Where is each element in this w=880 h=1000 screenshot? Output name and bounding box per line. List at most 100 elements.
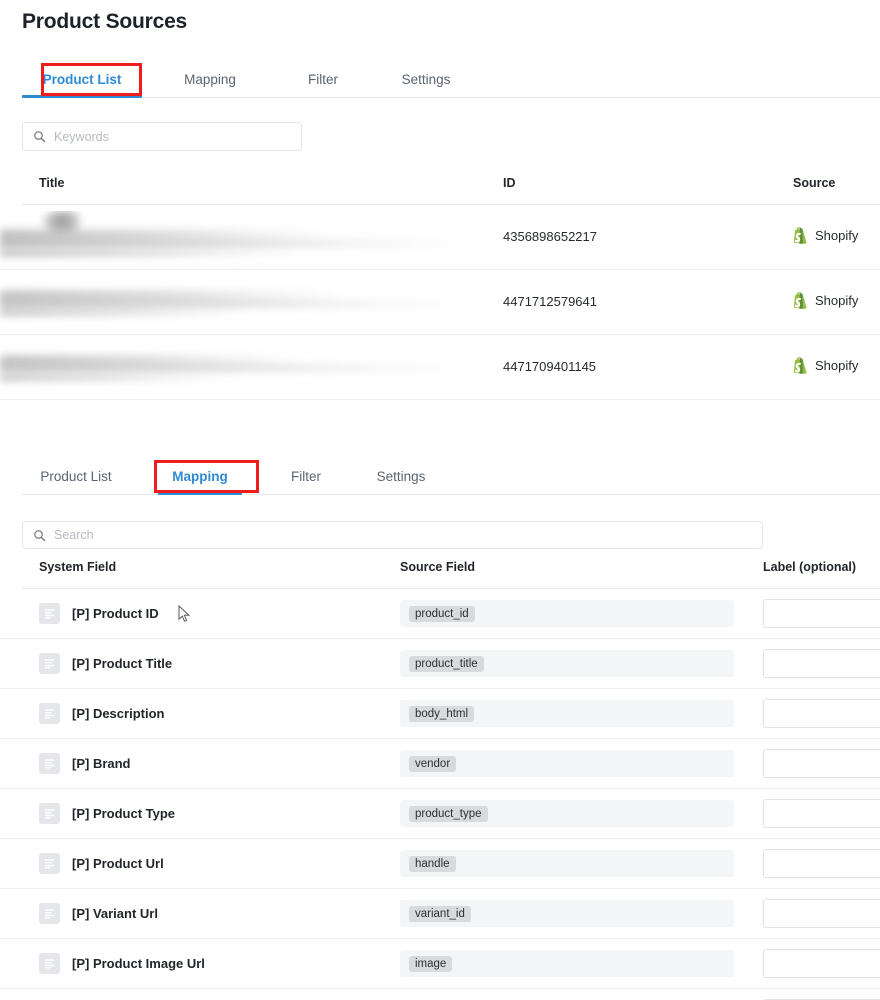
source-field-input[interactable]: body_html bbox=[400, 700, 734, 727]
cell-source: Shopify bbox=[793, 357, 858, 374]
tab-mapping[interactable]: Mapping bbox=[158, 469, 242, 495]
label-input[interactable] bbox=[763, 749, 880, 778]
source-field-input[interactable]: variant_id bbox=[400, 900, 734, 927]
source-field-input[interactable]: image bbox=[400, 950, 734, 977]
source-field-chip: variant_id bbox=[409, 905, 471, 922]
cell-id: 4356898652217 bbox=[503, 229, 597, 244]
table-row[interactable]: 4471709401145 Shopify bbox=[0, 335, 880, 400]
tab-label: Product List bbox=[40, 469, 112, 484]
text-lines-icon bbox=[39, 653, 60, 674]
source-field-input[interactable]: product_type bbox=[400, 800, 734, 827]
app-screen: Product Sources Product List Mapping Fil… bbox=[0, 0, 880, 1000]
system-field-label: [P] Product Image Url bbox=[72, 956, 205, 971]
shopify-icon bbox=[793, 357, 807, 374]
source-label: Shopify bbox=[815, 358, 859, 373]
text-lines-icon bbox=[39, 853, 60, 874]
source-field-chip: product_title bbox=[409, 655, 484, 672]
page-title: Product Sources bbox=[22, 10, 188, 33]
tab-label: Filter bbox=[308, 72, 338, 87]
column-header-id: ID bbox=[503, 176, 516, 190]
source-field-input[interactable]: product_title bbox=[400, 650, 734, 677]
search-placeholder: Search bbox=[54, 528, 94, 542]
tab-label: Filter bbox=[291, 469, 321, 484]
table-row[interactable]: 4356898652217 Shopify bbox=[0, 205, 880, 270]
mapping-row[interactable]: [P] Product Type product_type bbox=[0, 789, 880, 839]
redacted-product-title bbox=[0, 341, 470, 397]
source-field-chip: image bbox=[409, 955, 453, 972]
tab-product-list[interactable]: Product List bbox=[26, 469, 126, 494]
tab-filter[interactable]: Filter bbox=[288, 72, 358, 97]
cell-id: 4471709401145 bbox=[503, 359, 597, 374]
product-list-tabbar: Product List Mapping Filter Settings bbox=[22, 62, 880, 98]
system-field-label: [P] Product ID bbox=[72, 606, 159, 621]
text-lines-icon bbox=[39, 953, 60, 974]
label-input[interactable] bbox=[763, 699, 880, 728]
text-lines-icon bbox=[39, 753, 60, 774]
shopify-icon bbox=[793, 292, 807, 309]
source-field-input[interactable]: product_id bbox=[400, 600, 734, 627]
tab-settings[interactable]: Settings bbox=[364, 469, 438, 494]
label-input[interactable] bbox=[763, 799, 880, 828]
redacted-product-title bbox=[0, 211, 470, 267]
cell-source: Shopify bbox=[793, 227, 858, 244]
mapping-search-input[interactable]: Search bbox=[22, 521, 763, 549]
source-label: Shopify bbox=[815, 228, 859, 243]
mapping-row[interactable]: [P] Description body_html bbox=[0, 689, 880, 739]
source-field-input[interactable]: handle bbox=[400, 850, 734, 877]
column-header-label: Label (optional) bbox=[763, 560, 857, 574]
keywords-search-input[interactable]: Keywords bbox=[22, 122, 302, 151]
shopify-icon bbox=[793, 227, 807, 244]
source-field-chip: handle bbox=[409, 855, 456, 872]
tab-filter[interactable]: Filter bbox=[278, 469, 334, 494]
mapping-table-header: System Field Source Field Label (optiona… bbox=[0, 560, 880, 584]
system-field-label: [P] Product Title bbox=[72, 656, 173, 671]
source-field-input[interactable]: vendor bbox=[400, 750, 734, 777]
tab-label: Settings bbox=[401, 72, 451, 87]
system-field-label: [P] Variant Url bbox=[72, 906, 158, 921]
system-field-label: [P] Brand bbox=[72, 756, 131, 771]
text-lines-icon bbox=[39, 603, 60, 624]
column-header-system-field: System Field bbox=[39, 560, 117, 574]
label-input[interactable] bbox=[763, 849, 880, 878]
source-field-chip: product_id bbox=[409, 605, 475, 622]
tab-settings[interactable]: Settings bbox=[386, 72, 466, 97]
source-field-chip: product_type bbox=[409, 805, 488, 822]
search-placeholder: Keywords bbox=[54, 129, 109, 144]
column-header-source: Source bbox=[793, 176, 836, 190]
cell-id: 4471712579641 bbox=[503, 294, 597, 309]
tab-label: Mapping bbox=[184, 72, 236, 87]
mapping-row[interactable]: [P] Product ID product_id bbox=[0, 589, 880, 639]
tab-label: Product List bbox=[42, 72, 122, 87]
text-lines-icon bbox=[39, 703, 60, 724]
mapping-row[interactable]: [P] Brand vendor bbox=[0, 739, 880, 789]
system-field-label: [P] Product Url bbox=[72, 856, 164, 871]
source-field-chip: vendor bbox=[409, 755, 457, 772]
label-input[interactable] bbox=[763, 899, 880, 928]
column-header-source-field: Source Field bbox=[400, 560, 476, 574]
product-list-panel: Product Sources Product List Mapping Fil… bbox=[0, 0, 880, 408]
mapping-row[interactable]: [P] Variant Url variant_id bbox=[0, 889, 880, 939]
mapping-tabbar: Product List Mapping Filter Settings bbox=[22, 459, 880, 495]
label-input[interactable] bbox=[763, 599, 880, 628]
source-label: Shopify bbox=[815, 293, 859, 308]
table-row[interactable]: 4471712579641 Shopify bbox=[0, 270, 880, 335]
mapping-row[interactable]: [P] Product Url handle bbox=[0, 839, 880, 889]
search-icon bbox=[34, 131, 46, 143]
tab-label: Settings bbox=[376, 469, 426, 484]
label-input[interactable] bbox=[763, 949, 880, 978]
source-field-chip: body_html bbox=[409, 705, 475, 722]
redacted-product-title bbox=[0, 276, 470, 332]
system-field-label: [P] Product Type bbox=[72, 806, 176, 821]
search-icon bbox=[34, 529, 46, 541]
system-field-label: [P] Description bbox=[72, 706, 165, 721]
product-table-header: Title ID Source bbox=[0, 176, 880, 202]
cell-source: Shopify bbox=[793, 292, 858, 309]
mapping-row[interactable]: [P] Product Title product_title bbox=[0, 639, 880, 689]
text-lines-icon bbox=[39, 903, 60, 924]
text-lines-icon bbox=[39, 803, 60, 824]
label-input[interactable] bbox=[763, 649, 880, 678]
mapping-row[interactable]: [P] Product Image Url image bbox=[0, 939, 880, 989]
tab-product-list[interactable]: Product List bbox=[22, 72, 142, 98]
tab-mapping[interactable]: Mapping bbox=[160, 72, 260, 97]
mapping-row-partial[interactable] bbox=[0, 989, 880, 1000]
